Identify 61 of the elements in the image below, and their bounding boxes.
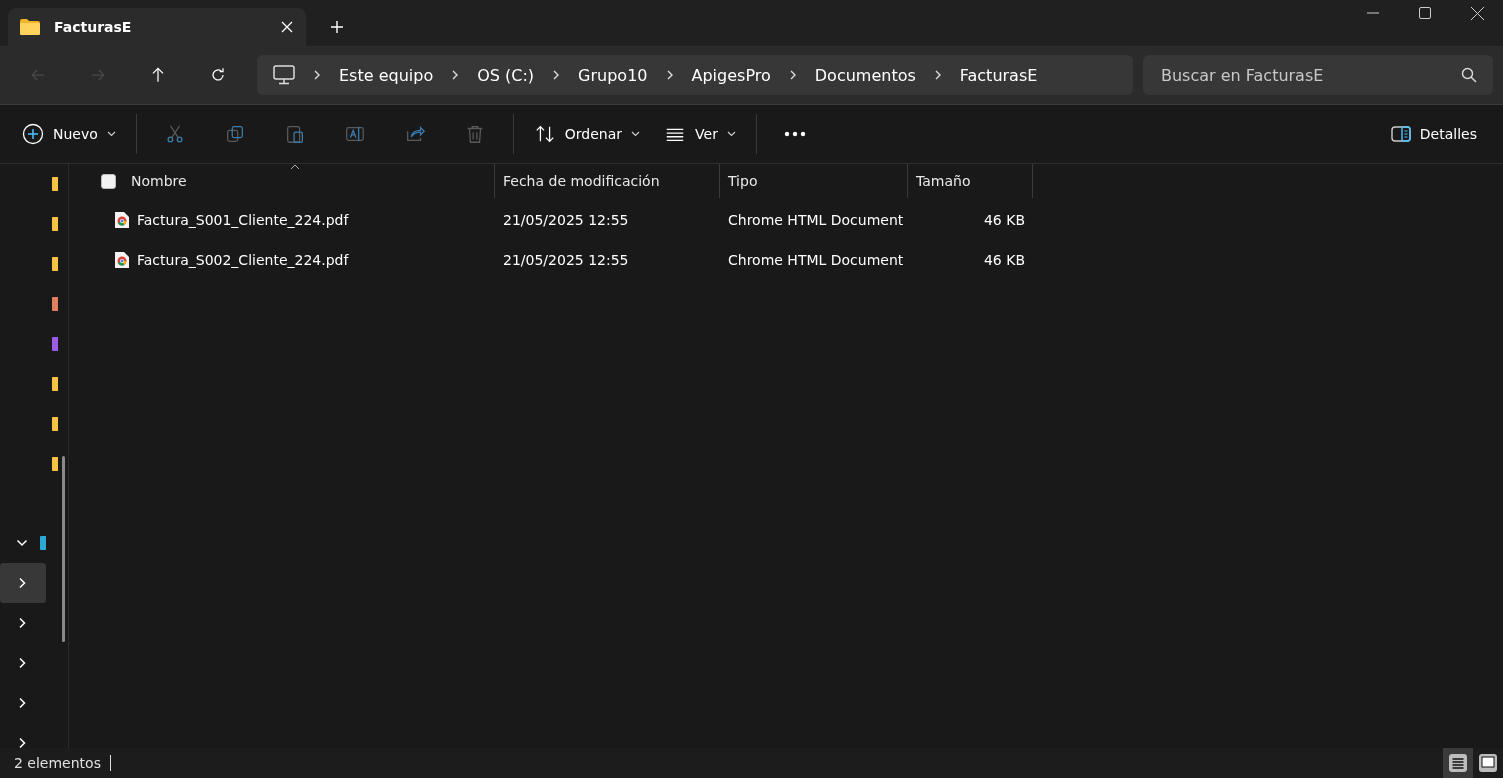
breadcrumb-item[interactable]: ApigesPro (691, 65, 771, 85)
chevron-icon (451, 69, 460, 81)
close-tab-button[interactable] (280, 20, 294, 34)
chevron-icon (313, 69, 321, 81)
breadcrumb-item[interactable]: Grupo10 (578, 65, 648, 85)
details-pane-icon (1390, 126, 1411, 142)
window-tab[interactable]: FacturasE (8, 8, 306, 46)
column-label: Fecha de modificación (503, 173, 660, 189)
modified-date: 21/05/2025 12:55 (503, 211, 629, 228)
file-size: 46 KB (983, 251, 1025, 268)
view-menu-button[interactable]: Ver (652, 114, 748, 154)
chevron-icon (665, 69, 674, 81)
sort-menu-button[interactable]: Ordenar (521, 114, 653, 154)
close-icon (280, 20, 294, 34)
sort-ascending-icon (289, 164, 300, 170)
list-view-icon (1449, 754, 1467, 772)
tiles-view-icon (1479, 754, 1497, 772)
column-label: Tamaño (916, 173, 971, 189)
item-count: 2 elementos (14, 755, 101, 771)
column-header[interactable]: Fecha de modificación (495, 164, 720, 198)
file-type: Chrome HTML Document (728, 251, 904, 268)
scrollbar-thumb[interactable] (61, 456, 65, 642)
file-name: Factura_S001_Cliente_224.pdf (137, 211, 349, 228)
chrome-document-icon (114, 210, 130, 229)
plus-circle-icon (22, 123, 44, 145)
new-button[interactable]: Nuevo (10, 114, 128, 154)
select-all-checkbox[interactable] (101, 173, 116, 189)
breadcrumb-item[interactable]: Este equipo (339, 65, 434, 85)
chevron-down-icon (16, 537, 28, 549)
address-bar[interactable]: Este equipo OS (C:) Grupo10 ApigesPro Documentos FacturasE (257, 55, 1133, 95)
search-field[interactable]: Buscar en FacturasE (1143, 55, 1493, 95)
search-icon (1461, 67, 1477, 83)
details-view-button[interactable] (1443, 748, 1473, 778)
close-icon (1470, 6, 1484, 20)
chevron-icon (552, 69, 561, 81)
modified-date: 21/05/2025 12:55 (503, 251, 629, 268)
column-header[interactable]: Nombre (95, 164, 495, 198)
plus-icon (330, 20, 344, 34)
column-label: Tipo (728, 173, 758, 189)
breadcrumb-item[interactable]: FacturasE (959, 65, 1038, 85)
breadcrumb-item[interactable]: OS (C:) (477, 65, 535, 85)
caret-icon (631, 131, 641, 137)
caret-icon (106, 131, 116, 137)
file-type: Chrome HTML Document (728, 211, 904, 228)
computer-icon (273, 65, 295, 85)
maximize-icon (1419, 7, 1431, 19)
chevron-icon (788, 69, 797, 81)
chrome-document-icon (114, 250, 130, 269)
details-button[interactable]: Detalles (1378, 114, 1489, 154)
file-size: 46 KB (983, 211, 1025, 228)
column-header[interactable]: Tipo (720, 164, 908, 198)
column-header[interactable]: Tamaño (908, 164, 1033, 198)
breadcrumb-item[interactable]: Documentos (814, 65, 916, 85)
chevron-icon (933, 69, 942, 81)
more-icon (783, 131, 806, 137)
tab-title: FacturasE (54, 19, 133, 35)
column-label: Nombre (131, 173, 187, 189)
caret-icon (726, 131, 736, 137)
file-row[interactable]: Factura_S001_Cliente_224.pdf 21/05/2025 12:55 Chrome HTML Document 46 KB (95, 201, 1503, 238)
file-row[interactable]: Factura_S002_Cliente_224.pdf 21/05/2025 12:55 Chrome HTML Document 46 KB (95, 241, 1503, 278)
file-name: Factura_S002_Cliente_224.pdf (137, 251, 349, 268)
